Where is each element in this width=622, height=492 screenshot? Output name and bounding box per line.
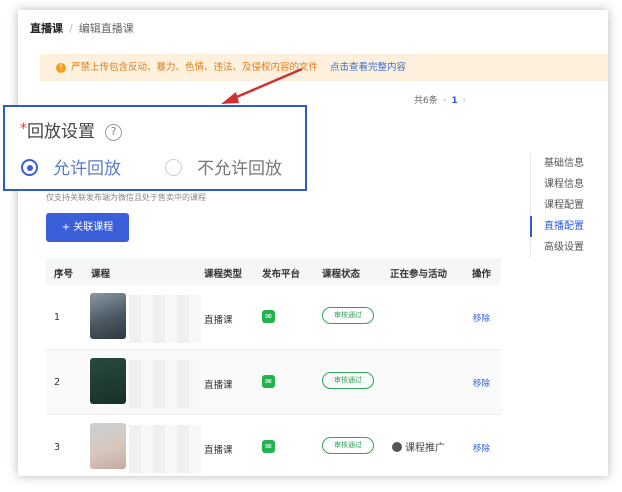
arrow-shaft — [231, 67, 303, 101]
annotation-arrow — [221, 67, 303, 104]
arrow-head — [221, 92, 239, 104]
